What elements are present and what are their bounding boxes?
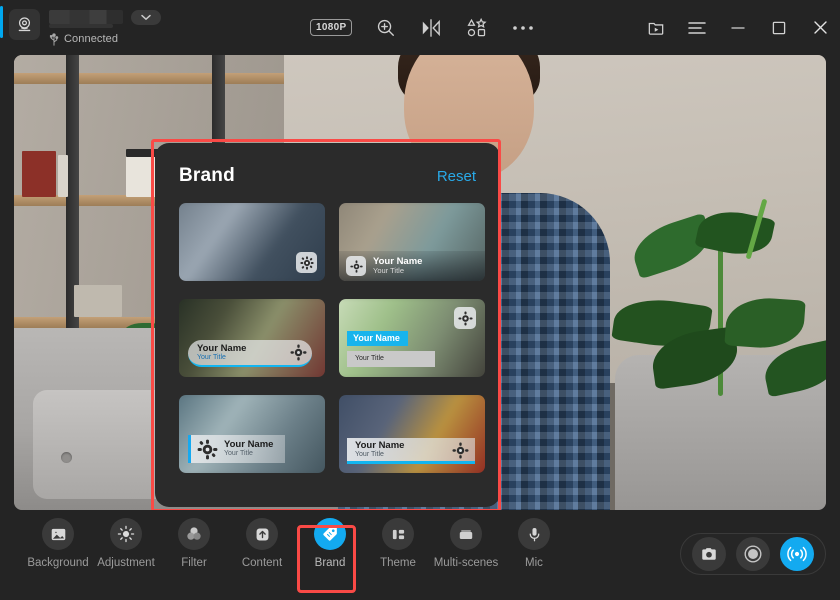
upload-arrow-icon — [246, 518, 278, 550]
bottom-item-multi-scenes[interactable]: Multi-scenes — [432, 518, 500, 569]
logo-placeholder-icon — [454, 307, 476, 329]
bottom-item-filter[interactable]: Filter — [160, 518, 228, 569]
webcam-icon[interactable] — [9, 8, 40, 40]
logo-placeholder-icon — [451, 441, 470, 460]
bottom-item-adjustment[interactable]: Adjustment — [92, 518, 160, 569]
record-icon[interactable] — [736, 537, 770, 571]
template-name-text: Your Name — [224, 439, 274, 451]
template-name-text: Your Name — [347, 330, 408, 346]
wide-bar: Your Name Your Title — [347, 438, 475, 464]
bottom-item-label: Filter — [181, 557, 207, 569]
brand-panel: Brand Reset Your Name Your Title Your Na… — [155, 143, 500, 507]
brand-template-grid: Your Name Your Title Your Name Your Titl… — [179, 203, 485, 473]
ellipsis-icon[interactable] — [512, 24, 534, 32]
template-name-text: Your Name — [197, 342, 247, 354]
accent-bar: Your Name Your Title — [188, 435, 285, 463]
bottom-item-label: Brand — [314, 557, 346, 569]
tag-icon — [314, 518, 346, 550]
layout-icon — [382, 518, 414, 550]
brand-template-1[interactable] — [179, 203, 325, 281]
video-preview[interactable]: Brand Reset Your Name Your Title Your Na… — [14, 55, 826, 510]
template-title-text: Your Title — [347, 351, 435, 367]
device-block: Connected — [9, 6, 161, 50]
brand-template-6[interactable]: Your Name Your Title — [339, 395, 485, 473]
template-title-text: Your Title — [224, 450, 253, 458]
device-name-redacted — [49, 10, 123, 28]
connection-status: Connected — [49, 32, 161, 46]
resolution-badge[interactable]: 1080P — [310, 19, 353, 36]
broadcast-icon[interactable] — [780, 537, 814, 571]
title-bar: Connected 1080P — [0, 0, 840, 55]
scenes-icon — [450, 518, 482, 550]
camera-icon[interactable] — [692, 537, 726, 571]
accent-strip — [0, 6, 3, 38]
usb-icon — [49, 32, 59, 46]
mirror-flip-icon[interactable] — [420, 18, 442, 38]
bottom-item-label: Background — [27, 557, 89, 569]
brand-template-4[interactable]: Your Name Your Title — [339, 299, 485, 377]
microphone-icon — [518, 518, 550, 550]
bottom-item-label: Adjustment — [97, 557, 155, 569]
capture-controls — [680, 533, 826, 575]
brand-template-3[interactable]: Your Name Your Title — [179, 299, 325, 377]
center-toolbar: 1080P — [310, 0, 534, 55]
bottom-item-label: Theme — [380, 557, 416, 569]
connection-status-label: Connected — [64, 33, 119, 45]
folder-play-icon[interactable] — [644, 16, 668, 40]
bottom-item-label: Content — [241, 557, 283, 569]
logo-placeholder-icon — [346, 256, 366, 276]
bottom-item-background[interactable]: Background — [24, 518, 92, 569]
brand-template-5[interactable]: Your Name Your Title — [179, 395, 325, 473]
template-title-text: Your Title — [373, 265, 404, 275]
maximize-icon[interactable] — [767, 16, 791, 40]
close-icon[interactable] — [808, 16, 832, 40]
bottom-item-content[interactable]: Content — [228, 518, 296, 569]
device-dropdown-button[interactable] — [131, 9, 161, 25]
bottom-item-label: Mic — [525, 557, 543, 569]
logo-placeholder-icon — [196, 438, 218, 460]
sun-icon — [110, 518, 142, 550]
reset-button[interactable]: Reset — [437, 168, 476, 185]
filter-circles-icon — [178, 518, 210, 550]
template-name-text: Your Name — [355, 439, 405, 451]
bottom-item-label: Multi-scenes — [433, 557, 499, 569]
brand-panel-title: Brand — [179, 165, 235, 186]
brand-template-2[interactable]: Your Name Your Title — [339, 203, 485, 281]
logo-placeholder-icon — [296, 252, 317, 273]
hamburger-icon[interactable] — [685, 16, 709, 40]
logo-placeholder-icon — [289, 343, 308, 362]
template-title-text: Your Title — [197, 353, 226, 361]
feature-buttons: Background Adjustment Filter Content Bra… — [24, 518, 568, 569]
app-window: Connected 1080P Brand Reset Your Name Yo… — [0, 0, 840, 600]
template-title-text: Your Title — [355, 450, 384, 458]
pill-bar: Your Name Your Title — [188, 340, 312, 367]
bottom-item-theme[interactable]: Theme — [364, 518, 432, 569]
lower-third-bar: Your Name Your Title — [339, 251, 485, 281]
shapes-icon[interactable] — [466, 17, 488, 39]
bottom-toolbar: Background Adjustment Filter Content Bra… — [0, 510, 840, 600]
zoom-in-icon[interactable] — [376, 18, 396, 38]
bottom-item-mic[interactable]: Mic — [500, 518, 568, 569]
image-icon — [42, 518, 74, 550]
minimize-icon[interactable] — [726, 16, 750, 40]
bottom-item-brand[interactable]: Brand — [296, 518, 364, 569]
brand-panel-header: Brand Reset — [179, 165, 476, 187]
window-controls — [644, 0, 832, 55]
